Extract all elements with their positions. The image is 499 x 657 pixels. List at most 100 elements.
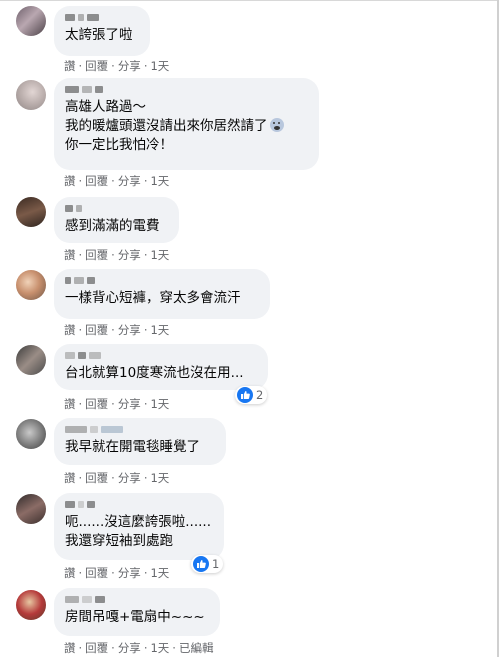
like-link[interactable]: 讚 — [64, 470, 76, 486]
comment-actions: 讚 · 回覆 · 分享 · 1天 — [64, 396, 169, 412]
separator: · — [143, 174, 148, 188]
separator: · — [111, 566, 115, 580]
timestamp[interactable]: 1天 — [150, 470, 169, 486]
commenter-name-redacted[interactable] — [65, 425, 215, 434]
comment-actions: 讚 · 回覆 · 分享 · 1天 — [64, 565, 169, 581]
commenter-name-redacted[interactable] — [65, 204, 168, 213]
like-link[interactable]: 讚 — [64, 173, 76, 189]
separator: · — [78, 566, 83, 580]
separator: · — [78, 248, 83, 262]
reply-link[interactable]: 回覆 — [85, 322, 108, 338]
separator: · — [143, 248, 148, 262]
commenter-name-redacted[interactable] — [65, 595, 209, 604]
reaction-count[interactable]: 2 — [235, 386, 268, 404]
reply-link[interactable]: 回覆 — [85, 640, 108, 656]
share-link[interactable]: 分享 — [118, 640, 141, 656]
comment-text: 房間吊嘎+電扇中~~~ — [65, 609, 205, 625]
timestamp[interactable]: 1天 — [150, 247, 169, 263]
timestamp[interactable]: 1天 — [150, 396, 169, 412]
like-link[interactable]: 讚 — [64, 322, 76, 338]
reply-link[interactable]: 回覆 — [85, 173, 108, 189]
like-link[interactable]: 讚 — [64, 565, 76, 581]
edited-label[interactable]: 已編輯 — [179, 640, 214, 656]
comment-bubble: 感到滿滿的電費 — [54, 197, 179, 243]
reply-link[interactable]: 回覆 — [85, 565, 108, 581]
comment-bubble: 台北就算10度寒流也沒在用... — [54, 344, 268, 390]
thumbs-up-icon — [193, 556, 209, 572]
share-link[interactable]: 分享 — [118, 58, 141, 74]
avatar[interactable] — [16, 345, 46, 375]
separator: · — [111, 323, 115, 337]
comment-text-line-1: 高雄人路過～ — [65, 99, 146, 115]
share-link[interactable]: 分享 — [118, 396, 141, 412]
timestamp[interactable]: 1天 — [150, 58, 169, 74]
scared-face-emoji-icon — [269, 118, 284, 132]
commenter-name-redacted[interactable] — [65, 13, 139, 22]
avatar[interactable] — [16, 197, 46, 227]
comment-actions: 讚 · 回覆 · 分享 · 1天 — [64, 470, 169, 486]
share-link[interactable]: 分享 — [118, 565, 141, 581]
like-count: 1 — [212, 557, 220, 571]
separator: · — [78, 174, 83, 188]
like-link[interactable]: 讚 — [64, 247, 76, 263]
timestamp[interactable]: 1天 — [150, 565, 169, 581]
separator: · — [78, 471, 83, 485]
comment-text: 一樣背心短褲，穿太多會流汗 — [65, 290, 241, 306]
timestamp[interactable]: 1天 — [150, 173, 169, 189]
share-link[interactable]: 分享 — [118, 247, 141, 263]
separator: · — [143, 471, 148, 485]
comment-text: 我早就在開電毯睡覺了 — [65, 439, 200, 455]
avatar[interactable] — [16, 6, 46, 36]
comment-bubble: 房間吊嘎+電扇中~~~ — [54, 588, 220, 636]
avatar[interactable] — [16, 419, 46, 449]
separator: · — [78, 59, 83, 73]
separator: · — [143, 566, 148, 580]
share-link[interactable]: 分享 — [118, 322, 141, 338]
top-border — [0, 0, 499, 1]
share-link[interactable]: 分享 — [118, 173, 141, 189]
separator: · — [111, 59, 115, 73]
avatar[interactable] — [16, 494, 46, 524]
separator: · — [111, 641, 115, 655]
separator: · — [111, 248, 115, 262]
avatar[interactable] — [16, 270, 46, 300]
separator: · — [111, 397, 115, 411]
separator: · — [78, 641, 83, 655]
comment-bubble: 我早就在開電毯睡覺了 — [54, 418, 226, 465]
comment-text-line-2: 我還穿短袖到處跑 — [65, 533, 173, 549]
thumbs-up-icon — [237, 387, 253, 403]
comment-actions: 讚 · 回覆 · 分享 · 1天 — [64, 322, 169, 338]
separator: · — [78, 323, 83, 337]
like-link[interactable]: 讚 — [64, 396, 76, 412]
reply-link[interactable]: 回覆 — [85, 247, 108, 263]
like-link[interactable]: 讚 — [64, 58, 76, 74]
commenter-name-redacted[interactable] — [65, 276, 259, 285]
like-link[interactable]: 讚 — [64, 640, 76, 656]
separator: · — [143, 323, 148, 337]
commenter-name-redacted[interactable] — [65, 500, 213, 509]
comment-text-line-2: 我的暖爐頭還沒請出來你居然請了 — [65, 117, 308, 136]
comment-text-line-1: 呃......沒這麼誇張啦...... — [65, 514, 211, 530]
comment-text-line-3: 你一定比我怕冷！ — [65, 137, 173, 153]
commenter-name-redacted[interactable] — [65, 351, 257, 360]
comment-bubble: 太誇張了啦 — [54, 6, 150, 56]
comment-text: 太誇張了啦 — [65, 27, 133, 43]
comment-actions: 讚 · 回覆 · 分享 · 1天 — [64, 58, 169, 74]
timestamp[interactable]: 1天 — [150, 640, 169, 656]
like-count: 2 — [256, 388, 264, 402]
avatar[interactable] — [16, 80, 46, 110]
reaction-count[interactable]: 1 — [191, 555, 224, 573]
timestamp[interactable]: 1天 — [150, 322, 169, 338]
reply-link[interactable]: 回覆 — [85, 396, 108, 412]
separator: · — [143, 641, 148, 655]
separator: · — [78, 397, 83, 411]
separator: · — [111, 471, 115, 485]
avatar[interactable] — [16, 590, 46, 620]
comment-text: 感到滿滿的電費 — [65, 218, 160, 234]
separator: · — [143, 397, 148, 411]
comment-bubble: 高雄人路過～ 我的暖爐頭還沒請出來你居然請了 你一定比我怕冷！ — [54, 78, 319, 170]
share-link[interactable]: 分享 — [118, 470, 141, 486]
reply-link[interactable]: 回覆 — [85, 58, 108, 74]
reply-link[interactable]: 回覆 — [85, 470, 108, 486]
commenter-name-redacted[interactable] — [65, 85, 308, 94]
